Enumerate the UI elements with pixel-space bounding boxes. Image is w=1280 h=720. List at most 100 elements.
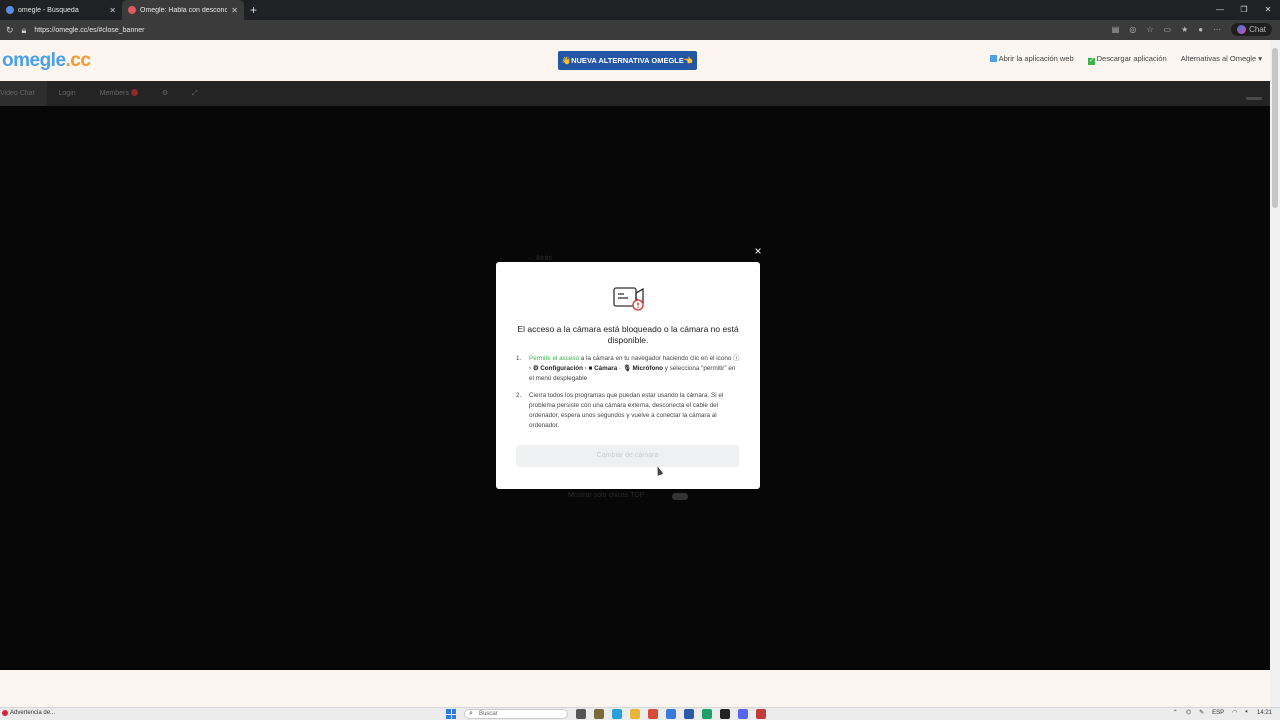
reader-icon[interactable]: ▤ — [1112, 25, 1120, 34]
camera-blocked-icon — [613, 287, 644, 311]
step-1: 1. Permite el acceso a la cámara en tu n… — [516, 354, 740, 384]
taskbar-warning[interactable]: Advertencia de... — [2, 710, 55, 716]
copilot-icon — [1237, 25, 1247, 34]
omegle-favicon-icon — [128, 6, 136, 14]
discord-icon[interactable] — [738, 709, 748, 719]
lock-icon[interactable]: 🔒︎ — [22, 25, 27, 36]
restore-icon[interactable]: ❐ — [1232, 0, 1256, 20]
alternatives-dropdown[interactable]: Alternativas al Omegle ▾ — [1181, 54, 1262, 65]
window-controls: — ❐ ✕ — [1208, 0, 1280, 20]
terminal-icon[interactable] — [720, 709, 730, 719]
warning-icon — [2, 710, 8, 716]
window-close-icon[interactable]: ✕ — [1256, 0, 1280, 20]
url-field[interactable]: https://omegle.cc/es/#close_banner — [34, 27, 144, 34]
dialog-title: El acceso a la cámara está bloqueado o l… — [517, 324, 739, 345]
browser-tab-strip: omegle - Búsqueda ✕ Omegle: Habla con de… — [0, 0, 1280, 20]
warning-label: Advertencia de... — [10, 710, 56, 716]
step-number: 2. — [516, 392, 522, 399]
zoom-icon[interactable]: ◎ — [1129, 25, 1136, 34]
chrome-icon[interactable] — [648, 709, 658, 719]
instruction-list: 1. Permite el acceso a la cámara en tu n… — [516, 354, 740, 438]
chat-label: Chat — [1249, 25, 1266, 34]
back-link-dimmed: ← Atrás — [527, 255, 552, 262]
camera-label: ■ Cámara — [588, 365, 618, 372]
nav-video-chat[interactable]: Video Chat — [0, 81, 47, 106]
more-menu-icon[interactable]: ··· — [1213, 25, 1221, 34]
checkmark-icon: ✓ — [1087, 58, 1095, 65]
top-only-toggle — [672, 493, 688, 500]
taskbar-search[interactable]: Buscar — [464, 709, 568, 719]
mail-icon[interactable] — [666, 709, 676, 719]
windows-taskbar: Advertencia de... Buscar ⌃ ⌬ ✎ ESP ◠ 🔈︎ … — [0, 707, 1280, 720]
pen-icon[interactable]: ✎ — [1199, 709, 1204, 716]
logo-tld: .cc — [65, 50, 91, 71]
tab-omegle[interactable]: Omegle: Habla con desconoc ✕ — [122, 0, 244, 20]
nav-login[interactable]: Login — [47, 81, 88, 106]
page-footer — [0, 670, 1270, 707]
notification-badge — [130, 89, 138, 96]
language-indicator[interactable]: ESP — [1212, 710, 1224, 716]
camera-blocked-dialog: El acceso a la cámara está bloqueado o l… — [496, 262, 760, 489]
link-label: Descargar aplicación — [1096, 54, 1167, 63]
tab-title: omegle - Búsqueda — [18, 6, 79, 14]
modal-close-button[interactable]: × — [752, 245, 764, 257]
profile-avatar-icon[interactable]: ● — [1198, 25, 1203, 34]
media-icon[interactable] — [756, 709, 766, 719]
config-label: ⚙ Configuración — [532, 365, 583, 372]
step-text: Cierra todos los programas que puedan es… — [529, 392, 724, 429]
allow-access-link[interactable]: Permite el acceso — [529, 355, 579, 362]
switch-camera-button[interactable]: Cambiar de cámara — [516, 445, 739, 467]
site-header: omegle.cc 👋NUEVA ALTERNATIVA OMEGLE👈 Abr… — [0, 40, 1270, 81]
favorites-icon[interactable]: ★ — [1181, 25, 1188, 34]
close-icon[interactable]: ✕ — [231, 6, 238, 15]
widgets-icon[interactable] — [594, 709, 604, 719]
step-2: 2. Cierra todos los programas que puedan… — [516, 391, 740, 431]
tray-chevron-icon[interactable]: ⌃ — [1173, 709, 1178, 716]
app-icon — [989, 55, 997, 62]
network-icon[interactable]: ⌬ — [1186, 709, 1191, 716]
members-label: Members — [99, 90, 129, 97]
volume-icon[interactable]: 🔈︎ — [1245, 709, 1249, 716]
toggle-pill — [1246, 97, 1262, 100]
settings-gear-icon[interactable]: ⚙ — [150, 81, 180, 106]
task-view-icon[interactable] — [576, 709, 586, 719]
fullscreen-icon[interactable]: ⤢ — [180, 81, 210, 106]
file-explorer-icon[interactable] — [630, 709, 640, 719]
header-links: Abrir la aplicación web ✓ Descargar aplic… — [989, 54, 1262, 65]
windows-start-icon[interactable] — [446, 709, 456, 719]
whatsapp-icon[interactable] — [702, 709, 712, 719]
favorite-star-icon[interactable]: ☆ — [1146, 25, 1153, 34]
download-app-link[interactable]: ✓ Descargar aplicación — [1087, 54, 1167, 65]
new-tab-button[interactable]: + — [250, 3, 257, 17]
copilot-chat-button[interactable]: Chat — [1231, 23, 1272, 36]
top-only-label-dimmed: Mostrar solo chicas TOP — [568, 492, 645, 499]
edge-icon[interactable] — [612, 709, 622, 719]
site-logo[interactable]: omegle.cc — [2, 50, 91, 72]
open-web-app-link[interactable]: Abrir la aplicación web — [989, 54, 1074, 65]
close-icon[interactable]: ✕ — [109, 6, 116, 15]
search-icon — [6, 6, 14, 14]
microphone-label: 🎙 Micrófono — [622, 365, 663, 372]
split-screen-icon[interactable]: ▭ — [1164, 25, 1172, 34]
scrollbar-thumb[interactable] — [1272, 48, 1278, 208]
info-icon: ⓘ — [733, 355, 740, 362]
step-text: Permite el acceso a la cámara en tu nave… — [529, 355, 740, 382]
system-tray: ⌃ ⌬ ✎ ESP ◠ 🔈︎ 14:21 — [1173, 709, 1272, 716]
nav-members[interactable]: Members — [88, 81, 150, 106]
clock[interactable]: 14:21 — [1257, 710, 1272, 716]
tab-title: Omegle: Habla con desconoc — [140, 6, 228, 14]
promo-button[interactable]: 👋NUEVA ALTERNATIVA OMEGLE👈 — [558, 51, 697, 70]
logo-text: omegle — [2, 50, 66, 71]
browser-toolbar: ▤ ◎ ☆ ▭ ★ ● ··· Chat — [1112, 23, 1272, 36]
minimize-icon[interactable]: — — [1208, 0, 1232, 20]
reload-icon[interactable]: ↻ — [6, 25, 14, 36]
tab-search[interactable]: omegle - Búsqueda ✕ — [0, 0, 122, 20]
step-number: 1. — [516, 355, 522, 362]
store-icon[interactable] — [684, 709, 694, 719]
wifi-icon[interactable]: ◠ — [1232, 709, 1237, 716]
link-label: Abrir la aplicación web — [998, 54, 1074, 63]
address-bar: ↻ 🔒︎ https://omegle.cc/es/#close_banner … — [0, 20, 1280, 40]
sub-navigation: Video Chat Login Members ⚙ ⤢ — [0, 81, 1270, 106]
step-text-part: a la cámara en tu navegador haciendo cli… — [579, 355, 734, 362]
taskbar-apps: Buscar — [446, 709, 766, 719]
